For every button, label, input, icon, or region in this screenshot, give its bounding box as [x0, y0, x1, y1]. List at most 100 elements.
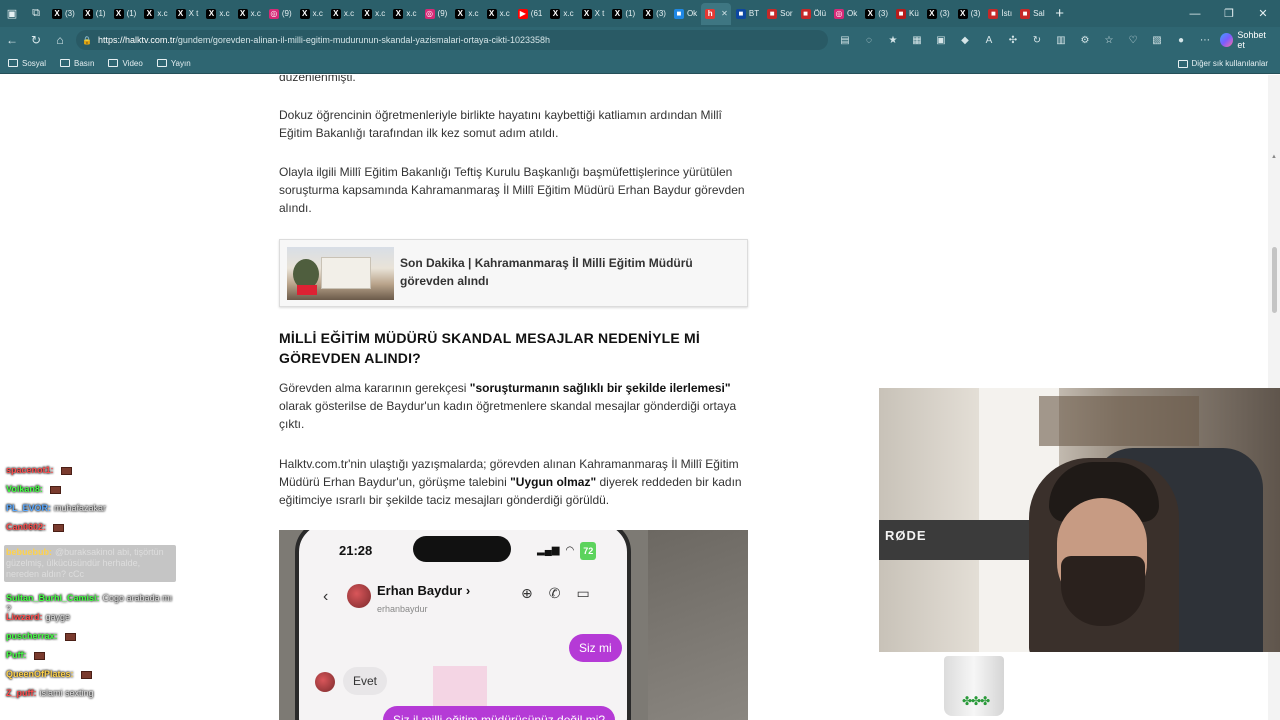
chat-username[interactable]: bebuebub:	[6, 547, 52, 557]
browser-tab[interactable]: Xx.c	[296, 3, 326, 25]
browser-tab[interactable]: X (3)	[861, 3, 891, 25]
chat-text: islami sexting	[39, 688, 94, 698]
browser-tab[interactable]: X (3)	[954, 3, 984, 25]
copilot-button[interactable]: Sohbet et	[1214, 30, 1280, 50]
news-icon: ■	[767, 8, 778, 19]
more-icon[interactable]: ⋯	[1194, 30, 1216, 50]
close-tab-icon[interactable]: ✕	[721, 9, 728, 18]
chat-username[interactable]: puscherrax:	[6, 631, 58, 641]
chat-username[interactable]: QueenOfPlates:	[6, 669, 74, 679]
browser-tab[interactable]: ■ Sor	[763, 3, 795, 25]
restore-icon[interactable]: ❐	[1212, 0, 1246, 27]
close-window-icon[interactable]: ✕	[1246, 0, 1280, 27]
favorite-folder-sosyal[interactable]: Sosyal	[8, 59, 46, 68]
browser-tab[interactable]: ■ Sal	[1016, 3, 1048, 25]
tab-label: (1)	[126, 9, 137, 18]
url-path: /gundem/gorevden-alinan-il-milli-egitim-…	[175, 35, 550, 45]
browser-tab[interactable]: ■ Ölü	[797, 3, 829, 25]
tracking-icon[interactable]: ◌	[858, 30, 880, 50]
signal-icon: ▂▄▆	[537, 545, 560, 556]
dynamic-island	[413, 536, 511, 562]
favorite-folder-yayin[interactable]: Yayın	[156, 59, 191, 68]
back-button[interactable]: ←	[0, 28, 24, 52]
heart-icon[interactable]: ♡	[1122, 30, 1144, 50]
avatar[interactable]: ●	[1170, 30, 1192, 50]
browser-tab[interactable]: Xx.c	[483, 3, 513, 25]
tab-label: BT	[748, 9, 760, 18]
browser-tab[interactable]: X (1)	[608, 3, 638, 25]
browser-tab[interactable]: ■ Kü	[892, 3, 922, 25]
browser-tab[interactable]: Xx.c	[451, 3, 481, 25]
chat-username[interactable]: Can0602:	[6, 522, 46, 532]
extension-icon[interactable]: ✣	[1002, 30, 1024, 50]
tab-label: (3)	[878, 9, 889, 18]
reader-mode-icon[interactable]: ▤	[834, 30, 856, 50]
scroll-thumb[interactable]	[1272, 247, 1277, 313]
section-heading: MİLLİ EĞİTİM MÜDÜRÜ SKANDAL MESAJLAR NED…	[279, 330, 700, 366]
reload-button[interactable]: ↻	[24, 28, 48, 52]
browser-tab[interactable]: h ✕	[701, 2, 731, 25]
home-button[interactable]: ⌂	[48, 28, 72, 52]
chat-message: PL_EVOR: muhafazakar	[6, 503, 176, 514]
related-article-title[interactable]: Son Dakika | Kahramanmaraş İl Milli Eğit…	[400, 254, 730, 290]
refresh-ext-icon[interactable]: ↻	[1026, 30, 1048, 50]
translate-icon[interactable]: A	[978, 30, 1000, 50]
favorite-folder-video[interactable]: Video	[108, 59, 143, 68]
tab-label: (3)	[939, 9, 950, 18]
favorite-folder-basin[interactable]: Basın	[60, 59, 94, 68]
chat-username[interactable]: Volkan8:	[6, 484, 43, 494]
chat-username[interactable]: Sultan_Burhi_Camisi:	[6, 593, 100, 603]
browser-tab[interactable]: X (1)	[79, 3, 109, 25]
browser-tab[interactable]: XX t	[172, 3, 202, 25]
extension-icon[interactable]: ▦	[906, 30, 928, 50]
favorites-icon[interactable]: ☆	[1098, 30, 1120, 50]
browser-tab[interactable]: X (1)	[110, 3, 140, 25]
browser-tab[interactable]: Xx.c	[140, 3, 170, 25]
x-icon: X	[299, 8, 310, 19]
new-tab-button[interactable]: +	[1049, 5, 1071, 22]
browser-tab[interactable]: ■ BT	[732, 3, 762, 25]
browser-tab[interactable]: X (3)	[639, 3, 669, 25]
chat-username[interactable]: PL_EVOR:	[6, 503, 51, 513]
split-screen-icon[interactable]: ▥	[1050, 30, 1072, 50]
browser-tab[interactable]: ◎ Ok	[830, 3, 860, 25]
browser-tab[interactable]: Xx.c	[234, 3, 264, 25]
chat-message: Volkan8:	[6, 484, 176, 495]
browser-tab[interactable]: Xx.c	[358, 3, 388, 25]
chat-username[interactable]: Z_puff:	[6, 688, 37, 698]
browser-tab[interactable]: Xx.c	[327, 3, 357, 25]
browser-tab[interactable]: ▶ (61	[514, 3, 546, 25]
browser-tab[interactable]: ■ İstı	[984, 3, 1015, 25]
tab-actions-icon[interactable]: ⧉	[24, 0, 48, 27]
extension-icon[interactable]: ▣	[930, 30, 952, 50]
browser-tab[interactable]: ◎ (9)	[265, 3, 295, 25]
settings-icon[interactable]: ⚙	[1074, 30, 1096, 50]
minimize-icon[interactable]: —	[1178, 0, 1212, 27]
related-article-card[interactable]: Son Dakika | Kahramanmaraş İl Milli Eğit…	[279, 239, 748, 307]
browser-tab[interactable]: X (3)	[923, 3, 953, 25]
browser-tab[interactable]: ◎ (9)	[421, 3, 451, 25]
address-bar[interactable]: 🔒 https://halktv.com.tr/gundem/gorevden-…	[76, 30, 828, 50]
contact-avatar	[347, 584, 371, 608]
favorites-bar: Sosyal Basın Video Yayın Diğer sık kulla…	[0, 53, 1280, 74]
browser-tab[interactable]: ■ Ok	[670, 3, 700, 25]
x-icon: X	[113, 8, 124, 19]
browser-tab[interactable]: Xx.c	[546, 3, 576, 25]
collections-icon[interactable]: ▧	[1146, 30, 1168, 50]
tab-label: (1)	[95, 9, 106, 18]
extension-icon[interactable]: ◆	[954, 30, 976, 50]
other-favorites[interactable]: Diğer sık kullanılanlar	[1177, 53, 1268, 74]
contact-name: Erhan Baydur ›	[377, 583, 471, 598]
browser-tab[interactable]: XX t	[578, 3, 608, 25]
x-icon: X	[175, 8, 186, 19]
workspaces-icon[interactable]: ▣	[0, 0, 24, 27]
chat-username[interactable]: Liwzard:	[6, 612, 43, 622]
browser-tab[interactable]: X (3)	[48, 3, 78, 25]
tab-label: Sal	[1033, 9, 1045, 18]
chat-username[interactable]: Puff:	[6, 650, 27, 660]
favorite-star-icon[interactable]: ★	[882, 30, 904, 50]
chat-username[interactable]: spacenot1:	[6, 465, 54, 475]
scroll-up-icon[interactable]: ▲	[1271, 154, 1277, 160]
browser-tab[interactable]: Xx.c	[389, 3, 419, 25]
browser-tab[interactable]: Xx.c	[202, 3, 232, 25]
